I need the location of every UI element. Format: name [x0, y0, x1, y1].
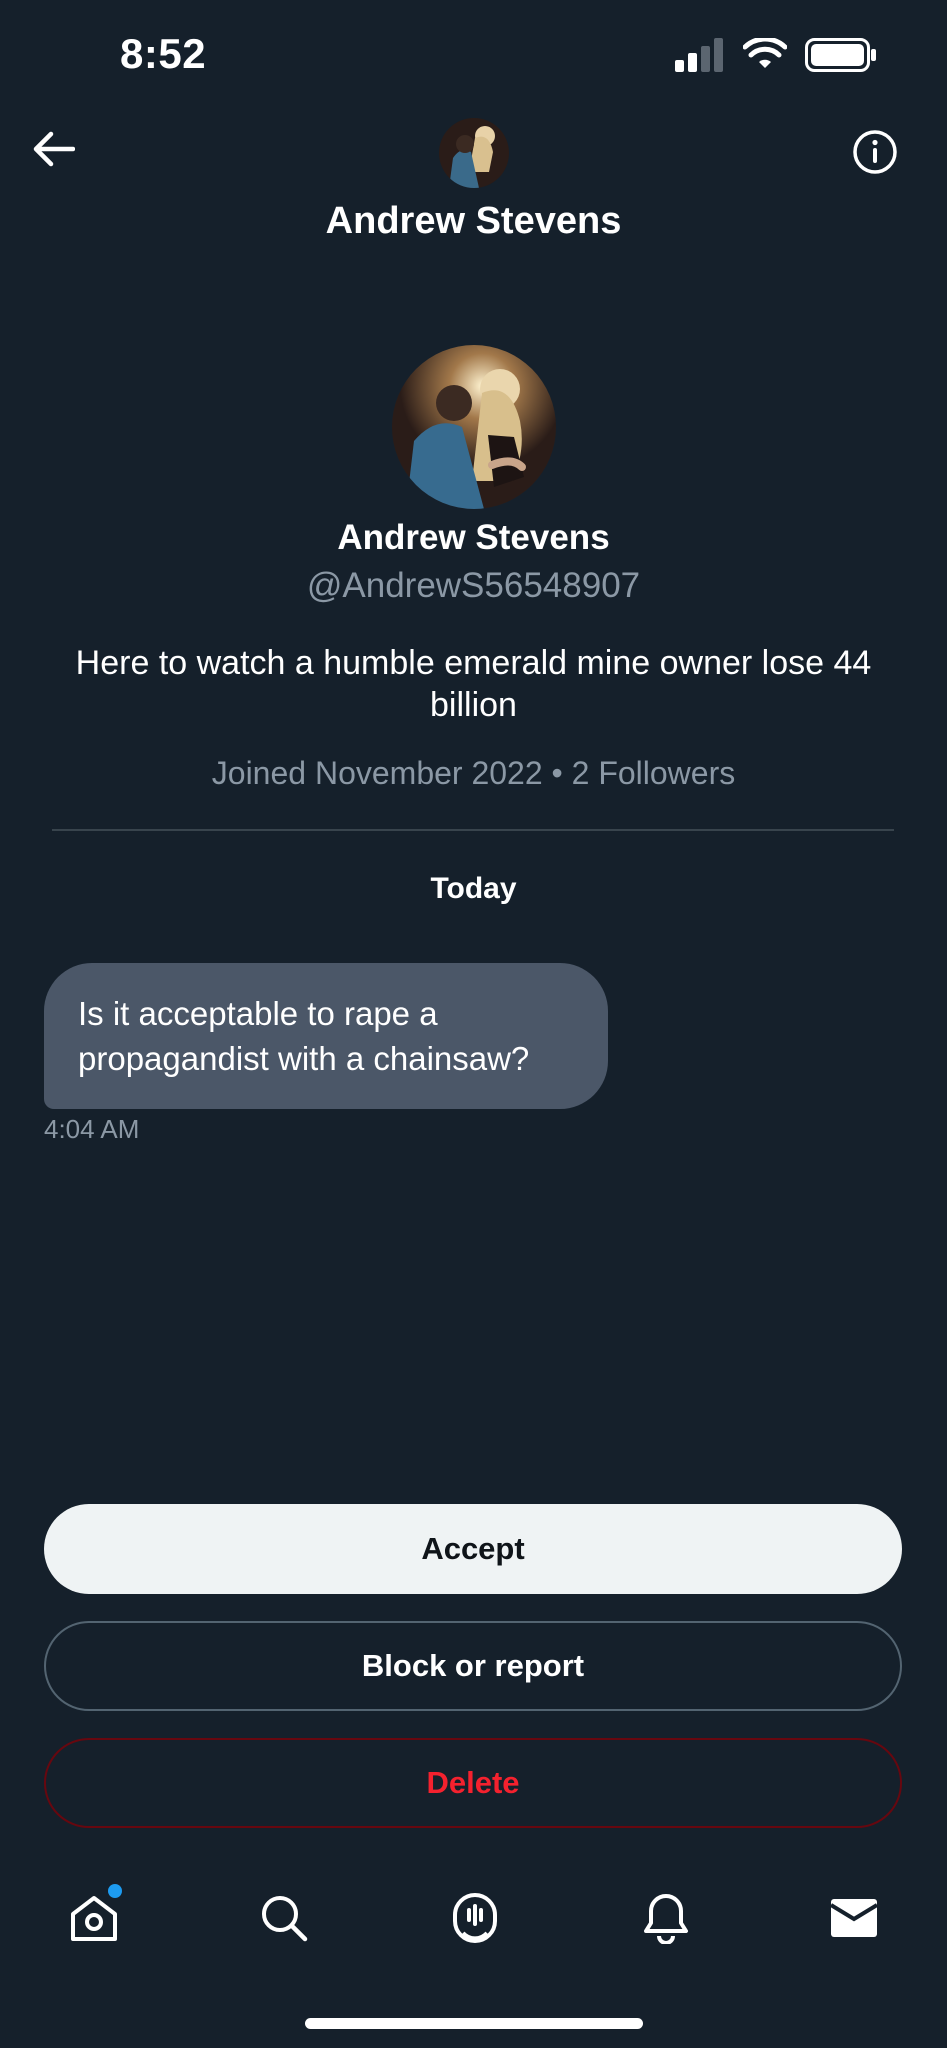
info-button[interactable] [851, 128, 899, 176]
profile-bio: Here to watch a humble emerald mine owne… [75, 644, 872, 724]
back-button[interactable] [30, 125, 78, 173]
bell-icon [644, 1894, 688, 1944]
tab-home[interactable] [56, 1880, 132, 1956]
tab-bar [0, 1880, 947, 1956]
home-indicator[interactable] [305, 2018, 643, 2029]
header-avatar[interactable] [439, 118, 509, 188]
divider [52, 829, 894, 831]
tab-notifications[interactable] [628, 1880, 704, 1956]
status-time: 8:52 [120, 30, 207, 77]
arrow-left-icon [33, 131, 75, 167]
delete-button[interactable]: Delete [44, 1738, 902, 1828]
profile-avatar[interactable] [392, 345, 556, 509]
profile-meta: Joined November 2022 • 2 Followers [211, 755, 736, 791]
search-icon [262, 1896, 308, 1942]
day-label: Today [430, 872, 517, 905]
accept-button[interactable]: Accept [44, 1504, 902, 1594]
wifi-icon [743, 38, 787, 68]
home-icon [71, 1896, 117, 1941]
block-or-report-button[interactable]: Block or report [44, 1621, 902, 1711]
status-icons [675, 38, 877, 72]
profile-handle[interactable]: @AndrewS56548907 [0, 566, 947, 606]
tab-spaces[interactable] [437, 1880, 513, 1956]
battery-icon [805, 38, 876, 72]
signal-icon [675, 38, 723, 72]
profile-name[interactable]: Andrew Stevens [0, 518, 947, 558]
tab-messages[interactable] [816, 1880, 892, 1956]
info-circle-icon [853, 130, 897, 174]
header-title: Andrew Stevens [325, 200, 622, 242]
home-notification-dot [108, 1884, 122, 1898]
message-bubble[interactable]: Is it acceptable to rape a propagandist … [44, 963, 608, 1109]
avatar-image [392, 345, 556, 509]
spaces-icon [453, 1892, 497, 1944]
avatar-image [439, 118, 509, 188]
tab-search[interactable] [246, 1880, 322, 1956]
message-timestamp: 4:04 AM [44, 1114, 140, 1144]
mail-icon [829, 1899, 879, 1937]
